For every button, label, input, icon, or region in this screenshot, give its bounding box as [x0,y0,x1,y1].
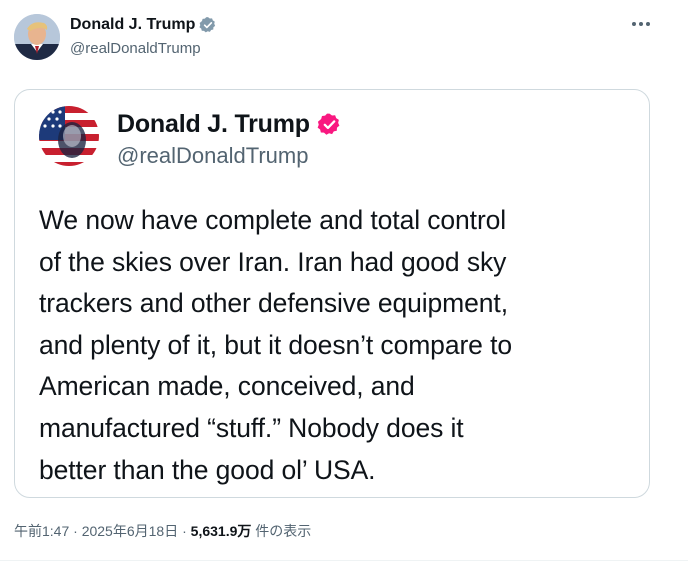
flag-portrait-image [39,106,99,166]
post-meta: 午前1:47 · 2025年6月18日 · 5,631.9万 件の表示 [14,521,311,541]
author-name-row: Donald J. Trump [70,15,217,35]
author-name[interactable]: Donald J. Trump [70,15,195,35]
meta-separator: · [178,523,191,539]
quoted-post-line: trackers and other defensive equipment, [39,288,508,319]
verified-badge-icon[interactable] [199,16,217,34]
views-count: 5,631.9万 [190,523,252,539]
quoted-post-line: American made, conceived, and [39,371,415,402]
author-handle[interactable]: @realDonaldTrump [70,39,201,59]
tweet: Donald J. Trump @realDonaldTrump Donald … [0,0,688,568]
quoted-post-line: manufactured “stuff.” Nobody does it [39,412,464,443]
quoted-post-line: We now have complete and total control [39,205,507,235]
post-time-link[interactable]: 午前1:47 [14,523,69,539]
meta-separator: · [69,523,82,539]
more-horizontal-icon [632,22,650,26]
quoted-author-name-row: Donald J. Trump [117,108,342,140]
more-options-button[interactable] [628,14,654,34]
post-date-link[interactable]: 2025年6月18日 [82,523,179,539]
quoted-post-text: We now have complete and total control o… [39,200,639,491]
quoted-author-avatar [39,106,99,166]
views-label: 件の表示 [251,523,312,539]
verified-badge-icon [317,113,340,135]
quoted-post-line: better than the good ol’ USA. [39,454,376,485]
quoted-author-handle: @realDonaldTrump [117,143,309,168]
author-avatar[interactable] [14,14,60,60]
quoted-post-card[interactable]: Donald J. Trump @realDonaldTrump We now … [14,89,650,498]
quoted-author-name: Donald J. Trump [117,110,310,138]
quoted-post-line: of the skies over Iran. Iran had good sk… [39,246,507,277]
quoted-post-line: and plenty of it, but it doesn’t compare… [39,329,512,360]
divider [0,560,688,561]
avatar-image [14,14,60,60]
